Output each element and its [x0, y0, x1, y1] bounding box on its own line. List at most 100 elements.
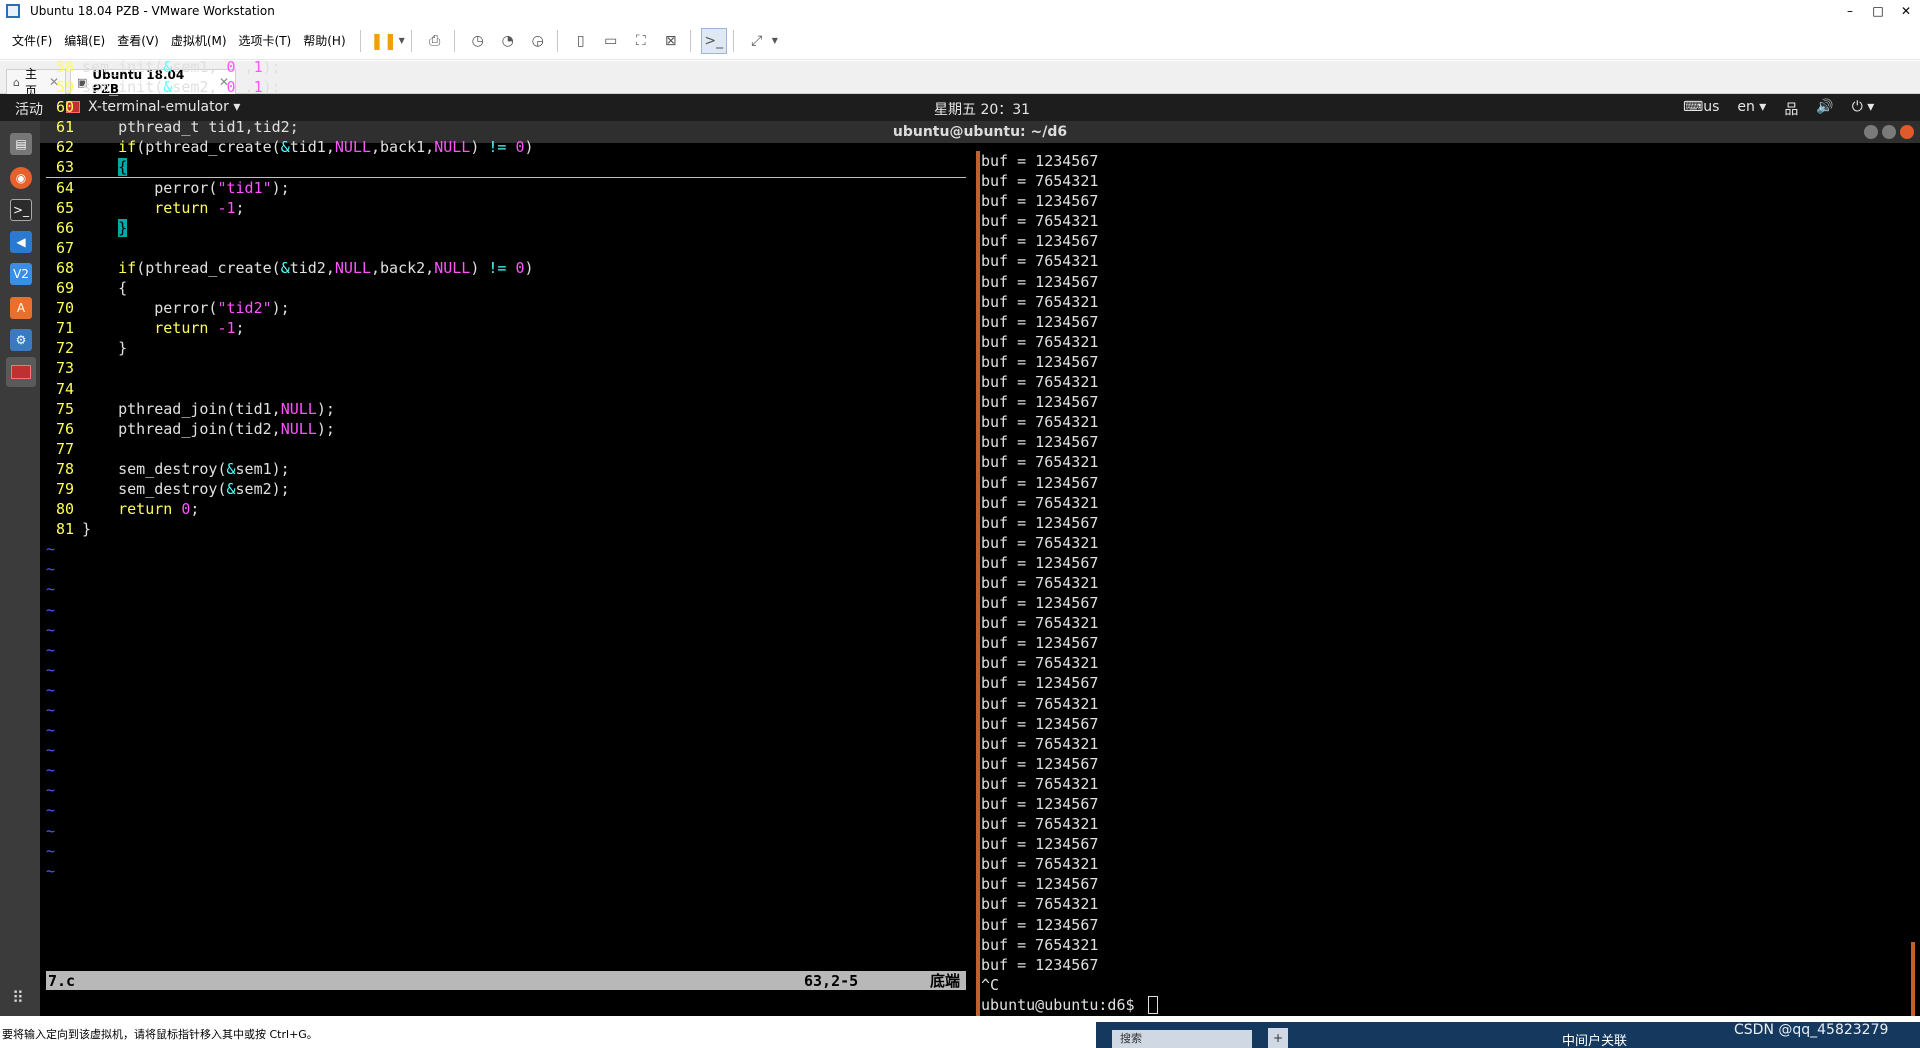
- code-token: );: [316, 419, 335, 438]
- line-number: 62: [55, 138, 74, 157]
- power-icon[interactable]: ⏻ ▾: [1852, 99, 1875, 119]
- menu-edit[interactable]: 编辑(E): [64, 32, 105, 49]
- shell-prompt-line[interactable]: ubuntu@ubuntu:d6$: [981, 995, 1911, 1015]
- send-keys-icon[interactable]: ⎙: [422, 28, 448, 54]
- output-line: buf = 1234567: [981, 433, 1099, 452]
- code-token: );: [271, 178, 290, 197]
- output-line: buf = 7654321: [981, 373, 1099, 392]
- window-controls: – □ ✕: [1836, 0, 1920, 22]
- close-button[interactable]: ✕: [1892, 0, 1920, 22]
- firefox-icon[interactable]: ◉: [10, 167, 32, 189]
- line-number: 73: [55, 359, 74, 378]
- line-number: 70: [55, 299, 74, 318]
- pane-divider[interactable]: [976, 151, 980, 1016]
- chevron-down-icon[interactable]: ▼: [772, 36, 778, 45]
- pause-icon[interactable]: ❚❚: [370, 28, 397, 54]
- code-token: ): [524, 138, 534, 157]
- code-token: );: [262, 78, 281, 97]
- code-token: perror(: [82, 299, 218, 318]
- vim-filename: 7.c: [48, 972, 76, 990]
- stretch-icon[interactable]: ⤢: [744, 28, 770, 54]
- code-token: NULL: [280, 419, 317, 438]
- code-token: return: [154, 319, 209, 338]
- vscode-icon[interactable]: ◀: [10, 231, 32, 253]
- show-applications-icon[interactable]: ⠿: [12, 990, 24, 1006]
- terminal-scrollbar[interactable]: [1911, 942, 1915, 1016]
- output-line: buf = 1234567: [981, 955, 1099, 974]
- files-icon[interactable]: ▤: [10, 133, 32, 155]
- code-token: if: [118, 258, 137, 277]
- ubuntu-dock: ▤ ◉ >_ ◀ V2 A ⚙ ⠿: [0, 121, 40, 1016]
- code-token: sem_init(: [82, 78, 164, 97]
- software-center-icon[interactable]: A: [10, 297, 32, 319]
- minimize-icon[interactable]: [1864, 125, 1878, 139]
- chevron-down-icon[interactable]: ▼: [399, 36, 405, 45]
- revert-snapshot-icon[interactable]: ◔: [495, 28, 521, 54]
- code-token: &: [280, 258, 290, 277]
- line-number: 72: [55, 339, 74, 358]
- empty-line-marker: ~: [46, 560, 56, 579]
- input-language[interactable]: en ▾: [1737, 99, 1766, 119]
- code-line: 61 pthread_t tid1,tid2;: [46, 117, 966, 137]
- home-icon: ⌂: [13, 75, 20, 89]
- thumbnail-bar-icon[interactable]: ▭: [598, 28, 624, 54]
- menu-vm[interactable]: 虚拟机(M): [171, 32, 227, 49]
- menubar: 文件(F) 编辑(E) 查看(V) 虚拟机(M) 选项卡(T) 帮助(H) ❚❚…: [0, 22, 1920, 60]
- menu-file[interactable]: 文件(F): [12, 32, 52, 49]
- add-button[interactable]: +: [1268, 1028, 1288, 1048]
- watermark: CSDN @qq_45823279: [1734, 1022, 1889, 1038]
- code-token: (pthread_create(: [136, 138, 281, 157]
- line-number: 69: [55, 279, 74, 298]
- code-token: 1: [253, 78, 263, 97]
- code-line: 62 if(pthread_create(&tid1,NULL,back1,NU…: [46, 137, 966, 157]
- vim-statusline: 7.c 63,2-5 底端: [46, 971, 966, 990]
- menu-view[interactable]: 查看(V): [117, 32, 159, 49]
- settings-icon[interactable]: ⚙: [10, 329, 32, 351]
- line-number: 75: [55, 399, 74, 418]
- code-token: ,back1,: [371, 138, 435, 157]
- code-token: NULL: [334, 258, 371, 277]
- output-line: buf = 1234567: [981, 674, 1099, 693]
- code-token: 0: [226, 78, 236, 97]
- menu-tabs[interactable]: 选项卡(T): [239, 32, 292, 49]
- line-number: 63: [55, 158, 74, 177]
- network-icon[interactable]: 品: [1784, 99, 1798, 119]
- line-number: 78: [55, 459, 74, 478]
- vim-scroll-indicator: 底端: [930, 972, 961, 990]
- line-number: 81: [55, 520, 74, 539]
- keyboard-icon[interactable]: ⌨us: [1683, 99, 1719, 119]
- x-terminal-dock-icon[interactable]: [6, 357, 36, 387]
- output-line: buf = 7654321: [981, 172, 1099, 191]
- fullscreen-icon[interactable]: ⛶: [628, 28, 654, 54]
- snapshot-manager-icon[interactable]: ◶: [525, 28, 551, 54]
- maximize-icon[interactable]: [1882, 125, 1896, 139]
- minimize-button[interactable]: –: [1836, 0, 1864, 22]
- volume-icon[interactable]: 🔊: [1816, 99, 1833, 119]
- sidebar-toggle-icon[interactable]: ▯: [568, 28, 594, 54]
- console-view-icon[interactable]: >_: [700, 27, 727, 54]
- code-line: 66 }: [46, 218, 966, 238]
- vim-editor[interactable]: 58 sem_init(&sem1, 0 ,1); 59 sem_init(&sem2…: [46, 57, 966, 880]
- toolbar-separator: [556, 29, 558, 52]
- code-token: return: [154, 198, 209, 217]
- snapshot-icon[interactable]: ◷: [465, 28, 491, 54]
- unity-icon[interactable]: ⊠: [658, 28, 684, 54]
- taskbar-search[interactable]: 搜索: [1112, 1030, 1252, 1048]
- close-icon[interactable]: [1900, 125, 1914, 139]
- code-token: sem1);: [235, 459, 290, 478]
- empty-line-marker: ~: [46, 861, 56, 880]
- terminal-output[interactable]: buf = 1234567 buf = 7654321 buf = 1234567 b…: [981, 151, 1911, 1021]
- code-line: 68 if(pthread_create(&tid2,NULL,back2,NU…: [46, 258, 966, 278]
- code-line: 78 sem_destroy(&sem1);: [46, 459, 966, 479]
- maximize-button[interactable]: □: [1864, 0, 1892, 22]
- activities-button[interactable]: 活动: [15, 99, 43, 119]
- output-line: buf = 7654321: [981, 895, 1099, 914]
- terminal-icon[interactable]: >_: [10, 199, 32, 221]
- v2-app-icon[interactable]: V2: [10, 263, 32, 285]
- line-number: 66: [55, 218, 74, 237]
- menu-help[interactable]: 帮助(H): [303, 32, 345, 49]
- code-token: NULL: [280, 399, 317, 418]
